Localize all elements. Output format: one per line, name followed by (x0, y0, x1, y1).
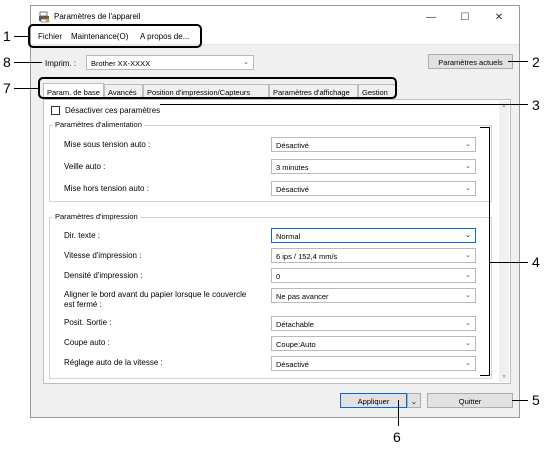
auto-power-off-select[interactable]: Désactivé ⌄ (271, 181, 476, 196)
callout-line-7 (14, 88, 38, 89)
chevron-down-icon: ⌄ (465, 141, 471, 148)
printer-app-icon (39, 11, 50, 23)
tab-panel-basic: Désactiver ces paramètres Paramètres d'a… (43, 99, 511, 384)
callout-line-2 (508, 61, 528, 62)
callout-7: 7 (3, 80, 11, 96)
print-density-value: 0 (276, 272, 281, 281)
close-button[interactable]: ✕ (483, 6, 515, 28)
menu-highlight-box (28, 24, 202, 48)
align-paper-value: Ne pas avancer (276, 292, 329, 301)
callout-2: 2 (532, 54, 540, 70)
disable-settings-label: Désactiver ces paramètres (65, 106, 161, 115)
printer-select[interactable]: Brother XX-XXXX ⌄ (86, 55, 254, 70)
callout-line-3 (160, 104, 528, 105)
callout-line-6 (398, 400, 399, 426)
print-speed-select[interactable]: 6 ips / 152,4 mm/s ⌄ (271, 248, 476, 263)
callout-6: 6 (393, 429, 401, 445)
align-paper-label: Aligner le bord avant du papier lorsque … (64, 290, 247, 299)
callout-3: 3 (532, 97, 540, 113)
chevron-down-icon: ⌄ (243, 59, 249, 66)
callout-line-4 (490, 262, 528, 263)
power-settings-title: Paramètres d'alimentation (53, 120, 144, 129)
callout-8: 8 (3, 54, 11, 70)
chevron-down-icon: ⌄ (465, 340, 471, 347)
printer-select-value: Brother XX-XXXX (91, 59, 151, 68)
output-position-label: Posit. Sortie : (64, 318, 112, 327)
scroll-up-icon[interactable]: ▲ (499, 101, 509, 111)
tabs-highlight-box (38, 77, 397, 99)
chevron-down-icon: ⌄ (465, 163, 471, 170)
scroll-down-icon[interactable]: ▼ (499, 372, 509, 382)
print-settings-group: Paramètres d'impression Dir. texte : Nor… (49, 212, 492, 379)
minimize-button[interactable]: — (415, 6, 447, 28)
auto-cut-value: Coupe:Auto (276, 340, 316, 349)
auto-speed-adjust-label: Réglage auto de la vitesse : (64, 358, 163, 367)
auto-speed-adjust-select[interactable]: Désactivé ⌄ (271, 356, 476, 371)
chevron-down-icon: ⌄ (465, 252, 471, 259)
chevron-down-icon: ⌄ (465, 292, 471, 299)
print-speed-label: Vitesse d'impression : (64, 251, 142, 260)
chevron-down-icon: ⌄ (465, 320, 471, 327)
text-direction-select[interactable]: Normal ⌄ (271, 228, 476, 243)
auto-power-on-value: Désactivé (276, 141, 309, 150)
callout-line-5 (512, 400, 528, 401)
text-direction-value: Normal (276, 232, 301, 241)
output-position-select[interactable]: Détachable ⌄ (271, 316, 476, 331)
auto-sleep-select[interactable]: 3 minutes ⌄ (271, 159, 476, 174)
auto-sleep-label: Veille auto : (64, 162, 106, 171)
apply-button[interactable]: Appliquer (340, 393, 407, 408)
align-paper-select[interactable]: Ne pas avancer ⌄ (271, 288, 476, 303)
current-settings-button[interactable]: Paramètres actuels (428, 54, 513, 69)
print-density-select[interactable]: 0 ⌄ (271, 268, 476, 283)
callout-bracket-4 (480, 127, 490, 376)
output-position-value: Détachable (276, 320, 314, 329)
print-density-label: Densité d'impression : (64, 271, 143, 280)
disable-settings-checkbox[interactable] (51, 106, 60, 115)
callout-5: 5 (532, 392, 540, 408)
power-settings-group: Paramètres d'alimentation Mise sous tens… (49, 120, 492, 202)
auto-cut-select[interactable]: Coupe:Auto ⌄ (271, 336, 476, 351)
auto-speed-adjust-value: Désactivé (276, 360, 309, 369)
auto-power-off-value: Désactivé (276, 185, 309, 194)
callout-4: 4 (532, 254, 540, 270)
settings-window: Paramètres de l'appareil — ☐ ✕ Fichier M… (30, 5, 520, 418)
chevron-down-icon: ⌄ (465, 272, 471, 279)
chevron-down-icon: ⌄ (465, 185, 471, 192)
chevron-down-icon: ⌄ (410, 397, 418, 406)
chevron-down-icon: ⌄ (465, 232, 471, 239)
apply-dropdown-button[interactable]: ⌄ (407, 393, 421, 408)
callout-line-8 (14, 62, 42, 63)
auto-sleep-value: 3 minutes (276, 163, 309, 172)
text-direction-label: Dir. texte : (64, 231, 101, 240)
auto-power-on-label: Mise sous tension auto : (64, 140, 151, 149)
print-speed-value: 6 ips / 152,4 mm/s (276, 252, 338, 261)
print-settings-title: Paramètres d'impression (53, 212, 140, 221)
maximize-button[interactable]: ☐ (449, 6, 481, 28)
callout-line-1 (14, 36, 28, 37)
align-paper-label-cont: est fermé : (64, 300, 102, 309)
window-title: Paramètres de l'appareil (54, 12, 141, 21)
callout-1: 1 (3, 28, 11, 44)
auto-power-on-select[interactable]: Désactivé ⌄ (271, 137, 476, 152)
auto-power-off-label: Mise hors tension auto : (64, 184, 149, 193)
printer-label: Imprim. : (45, 59, 77, 68)
auto-cut-label: Coupe auto : (64, 338, 110, 347)
quit-button[interactable]: Quitter (427, 393, 513, 408)
panel-scrollbar[interactable]: ▲ ▼ (499, 101, 509, 382)
chevron-down-icon: ⌄ (465, 360, 471, 367)
